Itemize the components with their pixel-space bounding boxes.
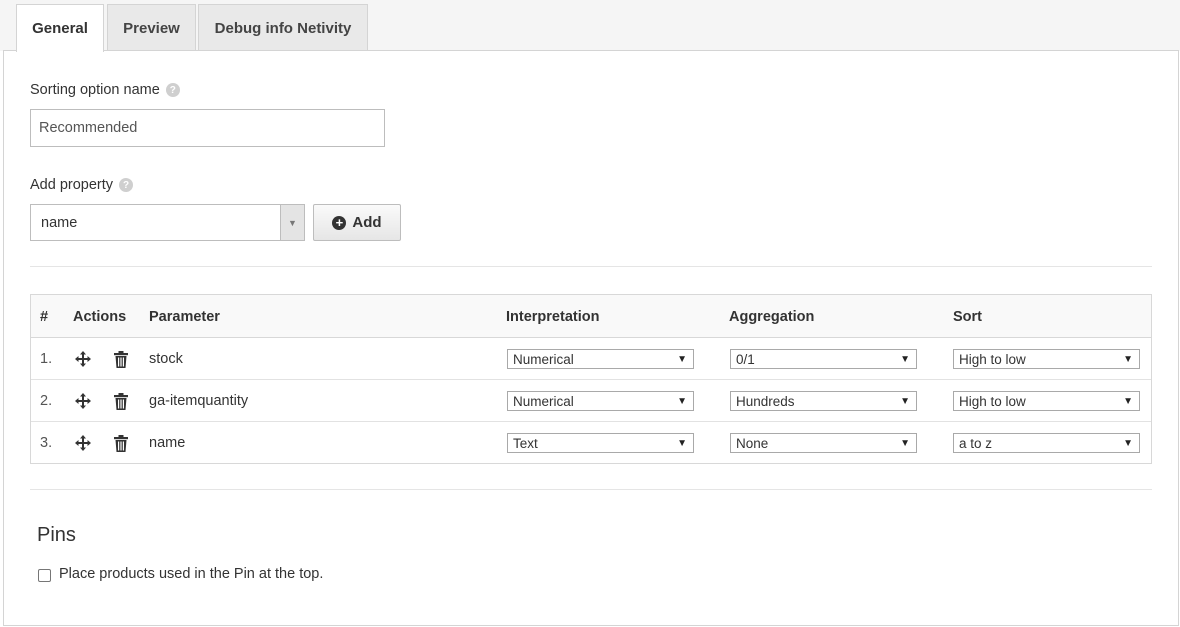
move-icon[interactable] (74, 349, 92, 369)
trash-icon[interactable] (112, 433, 130, 453)
interpretation-select[interactable]: Numerical ▼ (507, 349, 694, 369)
table-row: 3. name Text ▼ None ▼ a to z ▼ (31, 422, 1151, 464)
question-circle-icon[interactable]: ? (119, 178, 134, 192)
row-number: 3. (40, 435, 53, 451)
aggregation-select[interactable]: 0/1 ▼ (730, 349, 917, 369)
properties-table: # Actions Parameter Interpretation Aggre… (30, 294, 1152, 464)
pin-top-checkbox[interactable] (38, 569, 51, 582)
interpretation-select[interactable]: Text ▼ (507, 433, 694, 453)
header-aggregation: Aggregation (729, 308, 815, 325)
header-parameter: Parameter (149, 308, 220, 325)
sort-select[interactable]: High to low ▼ (953, 349, 1140, 369)
add-property-label: Add property ? (30, 177, 134, 193)
row-parameter: ga-itemquantity (149, 393, 249, 409)
dropdown-arrow-icon: ▼ (1123, 353, 1133, 365)
sorting-option-name-input[interactable] (30, 109, 385, 147)
dropdown-arrow-icon: ▼ (900, 353, 910, 365)
header-number: # (40, 308, 49, 325)
divider (30, 266, 1152, 267)
dropdown-arrow-icon: ▼ (900, 437, 910, 449)
add-property-value: name (41, 214, 78, 231)
trash-icon[interactable] (112, 391, 130, 411)
table-row: 1. stock Numerical ▼ 0/1 ▼ High to low ▼ (31, 338, 1151, 380)
interpretation-select[interactable]: Numerical ▼ (507, 391, 694, 411)
tab-preview[interactable]: Preview (107, 4, 196, 51)
move-icon[interactable] (74, 391, 92, 411)
row-number: 2. (40, 393, 53, 409)
sorting-option-name-label: Sorting option name ? (30, 82, 180, 98)
dropdown-arrow-icon: ▼ (900, 395, 910, 407)
plus-circle-icon: + (332, 215, 347, 230)
header-interpretation: Interpretation (506, 308, 600, 325)
table-header: # Actions Parameter Interpretation Aggre… (31, 295, 1151, 338)
question-circle-icon[interactable]: ? (165, 83, 180, 97)
sort-select[interactable]: a to z ▼ (953, 433, 1140, 453)
sort-select[interactable]: High to low ▼ (953, 391, 1140, 411)
divider (30, 489, 1152, 490)
tab-strip: General Preview Debug info Netivity (0, 0, 1180, 52)
aggregation-select[interactable]: None ▼ (730, 433, 917, 453)
table-row: 2. ga-itemquantity Numerical ▼ Hundreds ▼ … (31, 380, 1151, 422)
tab-debug-info-netivity[interactable]: Debug info Netivity (198, 4, 368, 51)
move-icon[interactable] (74, 433, 92, 453)
dropdown-arrow-icon: ▼ (677, 395, 687, 407)
dropdown-arrow-icon[interactable]: ▼ (280, 205, 304, 240)
row-number: 1. (40, 351, 53, 367)
dropdown-arrow-icon: ▼ (677, 437, 687, 449)
row-parameter: stock (149, 351, 183, 367)
header-actions: Actions (73, 308, 127, 325)
dropdown-arrow-icon: ▼ (1123, 395, 1133, 407)
tab-general[interactable]: General (16, 4, 104, 52)
pin-top-checkbox-label[interactable]: Place products used in the Pin at the to… (59, 566, 323, 582)
add-property-select[interactable]: name ▼ (30, 204, 305, 241)
add-property-button[interactable]: + Add (313, 204, 401, 241)
trash-icon[interactable] (112, 349, 130, 369)
dropdown-arrow-icon: ▼ (677, 353, 687, 365)
header-sort: Sort (953, 308, 982, 325)
dropdown-arrow-icon: ▼ (1123, 437, 1133, 449)
aggregation-select[interactable]: Hundreds ▼ (730, 391, 917, 411)
row-parameter: name (149, 435, 186, 451)
pins-heading: Pins (37, 524, 76, 546)
